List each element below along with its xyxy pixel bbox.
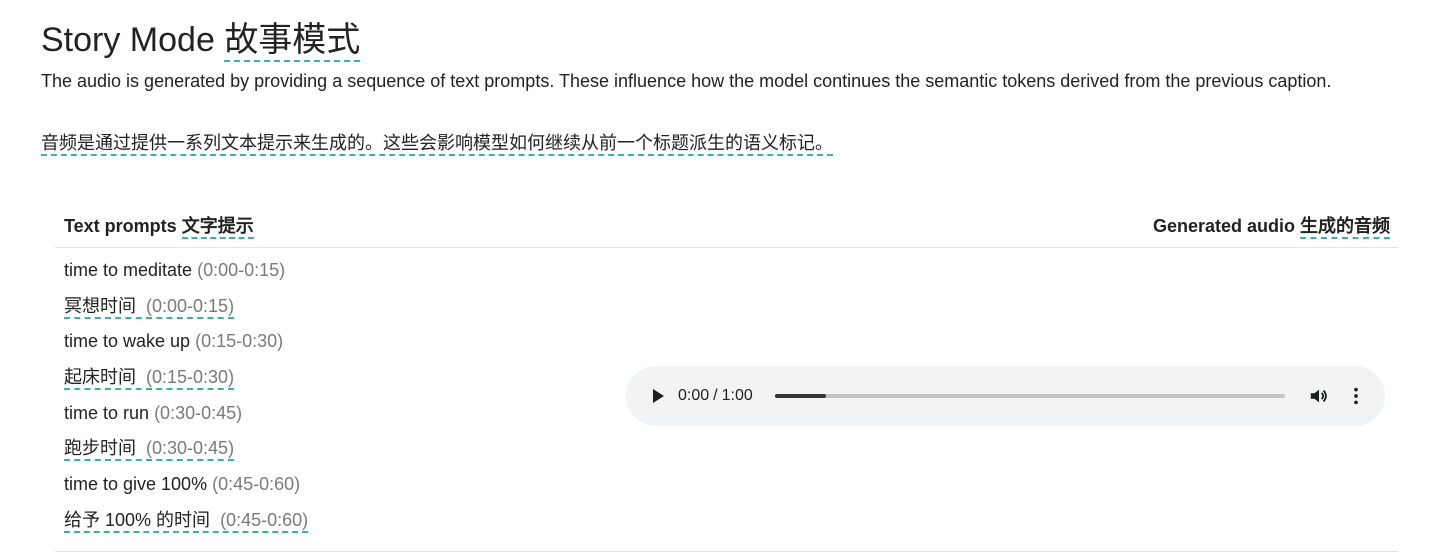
title-en: Story Mode	[41, 21, 215, 59]
prompt-time-range: (0:30-0:45)	[146, 438, 235, 459]
column-header-audio-en: Generated audio	[1152, 216, 1295, 236]
page-title: Story Mode 故事模式	[41, 18, 361, 62]
prompt-row: time to wake up (0:15-0:30)	[64, 327, 308, 363]
prompt-time-range: (0:00-0:15)	[197, 260, 286, 280]
column-header-audio: Generated audio 生成的音频	[1152, 212, 1390, 239]
prompt-time-range: (0:15-0:30)	[195, 331, 284, 352]
column-header-prompts-zh[interactable]: 文字提示	[181, 216, 254, 239]
more-vertical-icon[interactable]	[1345, 385, 1367, 407]
prompt-zh[interactable]: 冥想时间 (0:00-0:15)	[64, 295, 235, 319]
play-icon[interactable]	[648, 386, 668, 406]
prompt-text: 冥想时间	[64, 295, 136, 316]
prompt-row: 起床时间 (0:15-0:30)	[64, 363, 308, 399]
audio-player[interactable]: 0:00/1:00	[626, 366, 1385, 426]
prompt-en: time to wake up (0:15-0:30)	[64, 331, 283, 351]
prompt-text: 跑步时间	[64, 438, 136, 459]
prompt-row: 给予 100% 的时间 (0:45-0:60)	[64, 506, 309, 542]
prompt-time-range: (0:15-0:30)	[146, 367, 235, 388]
prompt-row: 跑步时间 (0:30-0:45)	[64, 434, 308, 470]
story-mode-section: Story Mode 故事模式 The audio is generated b…	[0, 0, 1446, 555]
prompt-time-range: (0:00-0:15)	[146, 295, 235, 316]
seek-bar-buffered	[775, 394, 826, 398]
prompt-time-range: (0:30-0:45)	[154, 402, 243, 423]
description-zh-line: 音频是通过提供一系列文本提示来生成的。这些会影响模型如何继续从前一个标题派生的语…	[41, 130, 833, 156]
prompt-zh[interactable]: 给予 100% 的时间 (0:45-0:60)	[64, 509, 309, 533]
prompt-row: time to give 100% (0:45-0:60)	[64, 470, 308, 506]
time-separator: /	[713, 387, 718, 404]
prompt-text: time to run	[64, 402, 150, 423]
prompt-text: 起床时间	[64, 367, 136, 388]
current-time: 0:00	[678, 387, 710, 404]
prompt-text: time to give 100%	[64, 474, 208, 495]
table-divider	[55, 551, 1398, 552]
seek-bar[interactable]	[775, 394, 1285, 398]
prompt-en: time to run (0:30-0:45)	[64, 403, 242, 423]
description-en: The audio is generated by providing a se…	[41, 71, 1332, 91]
prompt-row: 冥想时间 (0:00-0:15)	[64, 292, 308, 328]
prompt-en: time to give 100% (0:45-0:60)	[64, 474, 300, 494]
prompt-en: time to meditate (0:00-0:15)	[64, 260, 285, 280]
table-header: Text prompts 文字提示 Generated audio 生成的音频	[55, 206, 1398, 248]
column-header-audio-zh[interactable]: 生成的音频	[1300, 216, 1390, 239]
prompt-text: 给予 100% 的时间	[64, 509, 211, 530]
prompt-time-range: (0:45-0:60)	[212, 474, 301, 495]
prompt-zh[interactable]: 跑步时间 (0:30-0:45)	[64, 438, 235, 462]
time-display: 0:00/1:00	[678, 385, 753, 407]
prompt-zh[interactable]: 起床时间 (0:15-0:30)	[64, 367, 235, 391]
prompt-row: time to meditate (0:00-0:15)	[64, 256, 308, 292]
prompt-time-range: (0:45-0:60)	[220, 509, 309, 530]
prompt-text: time to meditate	[64, 260, 193, 280]
duration: 1:00	[721, 387, 753, 404]
volume-icon[interactable]	[1308, 385, 1330, 407]
prompt-row: time to run (0:30-0:45)	[64, 399, 308, 435]
column-header-prompts: Text prompts 文字提示	[64, 212, 254, 239]
title-zh[interactable]: 故事模式	[224, 21, 361, 62]
prompt-text: time to wake up	[64, 331, 191, 352]
column-header-prompts-en: Text prompts	[64, 216, 177, 236]
prompt-list: time to meditate (0:00-0:15) 冥想时间 (0:00-0…	[64, 256, 309, 542]
description-zh[interactable]: 音频是通过提供一系列文本提示来生成的。这些会影响模型如何继续从前一个标题派生的语…	[41, 133, 833, 156]
